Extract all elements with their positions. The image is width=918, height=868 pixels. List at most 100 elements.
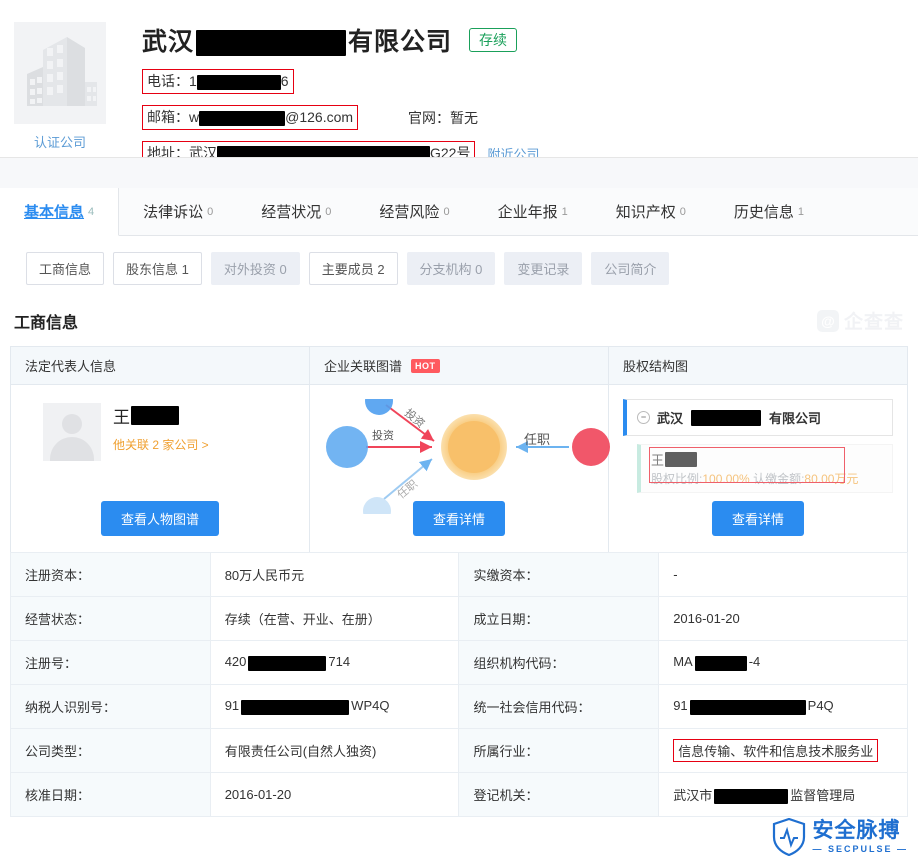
value-suffix: -4 bbox=[749, 654, 761, 669]
email-prefix: w bbox=[189, 109, 199, 125]
tab-intellectual-property[interactable]: 知识产权0 bbox=[592, 188, 710, 235]
phone-suffix: 6 bbox=[281, 73, 289, 89]
subtab-branches[interactable]: 分支机构 0 bbox=[407, 252, 496, 285]
status-badge: 存续 bbox=[469, 28, 517, 53]
tab-label: 经营风险 bbox=[379, 201, 439, 222]
cell-value: 信息传输、软件和信息技术服务业 bbox=[659, 729, 908, 773]
value-suffix: P4Q bbox=[808, 698, 834, 713]
cell-label: 公司类型： bbox=[11, 729, 211, 773]
qcc-watermark-text: 企查查 bbox=[844, 307, 904, 334]
tab-label: 基本信息 bbox=[24, 201, 84, 222]
node-investor-blue bbox=[326, 426, 368, 468]
table-row: 核准日期： 2016-01-20 登记机关： 武汉市监督管理局 bbox=[11, 773, 908, 817]
cell-label: 组织机构代码： bbox=[459, 641, 659, 685]
relation-graph-card-body: 投资 投资 任职 任职 查看详情 bbox=[310, 385, 608, 552]
page-title: 武汉有限公司 bbox=[142, 22, 452, 58]
tab-business-risk[interactable]: 经营风险0 bbox=[355, 188, 473, 235]
value-prefix: 420 bbox=[225, 654, 247, 669]
cell-value: 武汉市监督管理局 bbox=[659, 773, 908, 817]
tab-business-status[interactable]: 经营状况 0 bbox=[237, 188, 355, 235]
tab-basic-info[interactable]: 基本信息4 bbox=[0, 188, 119, 236]
email-label: 邮箱： bbox=[147, 109, 189, 125]
equity-ratio-label: 股权比例: bbox=[651, 472, 702, 486]
cell-label: 纳税人识别号： bbox=[11, 685, 211, 729]
node-employee-bottom bbox=[363, 497, 391, 514]
subtab-outbound-investment[interactable]: 对外投资 0 bbox=[211, 252, 300, 285]
cell-value: 91P4Q bbox=[659, 685, 908, 729]
relation-graph-card: 企业关联图谱 HOT bbox=[310, 347, 609, 552]
subtab-company-profile[interactable]: 公司简介 bbox=[591, 252, 669, 285]
cell-label: 注册号： bbox=[11, 641, 211, 685]
phone-prefix: 1 bbox=[189, 73, 197, 89]
building-icon bbox=[14, 22, 106, 124]
node-employee-red bbox=[572, 428, 610, 466]
phone-label: 电话： bbox=[147, 73, 189, 89]
value-suffix: WP4Q bbox=[351, 698, 389, 713]
value-prefix: MA bbox=[673, 654, 693, 669]
cell-value: 2016-01-20 bbox=[210, 773, 459, 817]
equity-child-name-redaction bbox=[665, 452, 697, 467]
relation-graph-card-title: 企业关联图谱 bbox=[324, 356, 402, 375]
subtab-bar: 工商信息 股东信息 1 对外投资 0 主要成员 2 分支机构 0 变更记录 公司… bbox=[0, 236, 918, 301]
value-redaction bbox=[714, 789, 788, 804]
tab-legal-lawsuits[interactable]: 法律诉讼0 bbox=[119, 188, 237, 235]
value-prefix: 91 bbox=[225, 698, 239, 713]
subtab-key-personnel[interactable]: 主要成员 2 bbox=[309, 252, 398, 285]
view-relation-graph-button[interactable]: 查看详情 bbox=[413, 501, 505, 536]
secpulse-watermark-text: 安全脉搏 bbox=[812, 820, 908, 841]
tab-annual-report[interactable]: 企业年报1 bbox=[474, 188, 592, 235]
logo-column: 认证公司 bbox=[0, 22, 120, 166]
legal-rep-name-redaction bbox=[131, 406, 179, 425]
value-redaction bbox=[241, 700, 349, 715]
edge-label-employ-2: 任职 bbox=[524, 429, 550, 448]
cell-label: 注册资本： bbox=[11, 553, 211, 597]
email-suffix: @126.com bbox=[285, 109, 353, 125]
edge-label-invest-1: 投资 bbox=[372, 427, 394, 443]
equity-structure-card-body: − 武汉有限公司 王 股权比例:100.00% 认缴金额:80.00万元 查看详… bbox=[609, 385, 907, 552]
equity-structure-card: 股权结构图 − 武汉有限公司 王 股权比例:100.00% 认缴金额:80.00… bbox=[609, 347, 907, 552]
equity-structure-card-header: 股权结构图 bbox=[609, 347, 907, 385]
cell-label: 成立日期： bbox=[459, 597, 659, 641]
email-field: 邮箱：w @126.com bbox=[142, 105, 358, 130]
view-person-graph-button[interactable]: 查看人物图谱 bbox=[101, 501, 219, 536]
equity-child-node[interactable]: 王 股权比例:100.00% 认缴金额:80.00万元 bbox=[637, 444, 893, 493]
equity-ratio-value: 100.00% bbox=[702, 472, 749, 486]
tab-label: 企业年报 bbox=[498, 201, 558, 222]
value-suffix: 714 bbox=[328, 654, 350, 669]
shield-icon bbox=[772, 818, 806, 856]
table-row: 公司类型： 有限责任公司(自然人独资) 所属行业： 信息传输、软件和信息技术服务… bbox=[11, 729, 908, 773]
secpulse-watermark: 安全脉搏 — SECPULSE — bbox=[772, 818, 908, 856]
summary-cards: 法定代表人信息 王 他关联 2 家公司 > 查看人物图谱 bbox=[10, 346, 908, 552]
table-row: 纳税人识别号： 91WP4Q 统一社会信用代码： 91P4Q bbox=[11, 685, 908, 729]
tab-count: 0 bbox=[325, 206, 331, 218]
subtab-shareholders[interactable]: 股东信息 1 bbox=[113, 252, 202, 285]
qcc-logo-icon: @ bbox=[817, 310, 839, 332]
subtab-business-info[interactable]: 工商信息 bbox=[26, 252, 104, 285]
collapse-icon[interactable]: − bbox=[637, 411, 650, 424]
legal-rep-card-title: 法定代表人信息 bbox=[25, 356, 116, 375]
cell-label: 登记机关： bbox=[459, 773, 659, 817]
tab-history-info[interactable]: 历史信息 1 bbox=[710, 188, 828, 235]
cell-label: 经营状态： bbox=[11, 597, 211, 641]
qcc-watermark: @ 企查查 bbox=[817, 307, 904, 334]
table-row: 经营状态： 存续（在营、开业、在册） 成立日期： 2016-01-20 bbox=[11, 597, 908, 641]
legal-rep-name: 王 bbox=[113, 403, 209, 428]
tab-label: 经营状况 bbox=[261, 201, 321, 222]
tab-label: 知识产权 bbox=[616, 201, 676, 222]
equity-root-redaction bbox=[691, 410, 761, 426]
equity-root-prefix: 武汉 bbox=[657, 408, 683, 427]
subtab-change-records[interactable]: 变更记录 bbox=[504, 252, 582, 285]
value-suffix: 监督管理局 bbox=[790, 788, 855, 803]
cell-value: MA -4 bbox=[659, 641, 908, 685]
equity-child-name-prefix: 王 bbox=[651, 450, 664, 469]
business-info-table: 注册资本： 80万人民币元 实缴资本： - 经营状态： 存续（在营、开业、在册）… bbox=[10, 552, 908, 817]
view-equity-detail-button[interactable]: 查看详情 bbox=[712, 501, 804, 536]
legal-rep-card-header: 法定代表人信息 bbox=[11, 347, 309, 385]
related-companies-link[interactable]: 他关联 2 家公司 > bbox=[113, 436, 209, 453]
relation-graph[interactable]: 投资 投资 任职 任职 bbox=[324, 399, 594, 514]
equity-root-node[interactable]: − 武汉有限公司 bbox=[623, 399, 893, 436]
certified-company-label[interactable]: 认证公司 bbox=[14, 132, 106, 151]
tab-count: 1 bbox=[798, 206, 804, 218]
tab-label: 历史信息 bbox=[734, 201, 794, 222]
equity-structure-card-title: 股权结构图 bbox=[623, 356, 688, 375]
